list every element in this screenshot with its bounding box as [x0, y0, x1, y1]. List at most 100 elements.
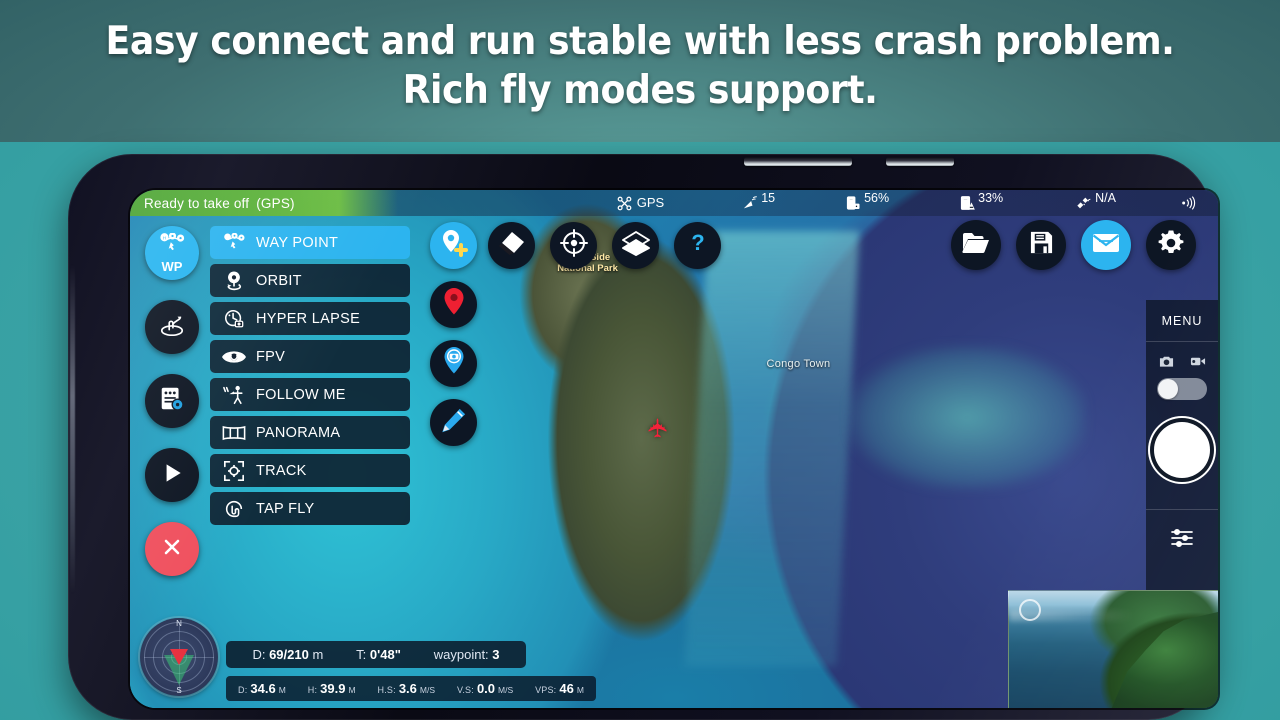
power-button[interactable]	[886, 157, 954, 166]
battery-rc-icon	[959, 195, 976, 215]
fly-mode-orbit[interactable]: ORBIT	[210, 264, 410, 297]
fpv-coastline	[1111, 612, 1218, 708]
telemetry-time-value: 0'48"	[369, 647, 401, 662]
status-indicators: GPS 15 56% 33% N/A	[616, 190, 1218, 216]
edit-route-button[interactable]	[430, 399, 477, 446]
telemetry-distance-label: D:	[252, 647, 266, 662]
capture-mode-icons	[1159, 355, 1206, 371]
phone-screen: West Side National Park Congo Town ✈ Rea…	[130, 190, 1218, 708]
status-satellites[interactable]: 15	[742, 191, 775, 215]
radar-north-label: N	[176, 619, 182, 628]
add-waypoint-button[interactable]	[430, 222, 477, 269]
status-ready-badge: Ready to take off (GPS)	[130, 190, 398, 216]
telemetry-distance: D: 69/210 m	[252, 647, 323, 662]
sidebar-item-gesture[interactable]	[145, 300, 199, 354]
status-ready-text: Ready to take off	[144, 195, 250, 211]
menu-panel-title[interactable]: MENU	[1162, 314, 1203, 328]
shutter-button[interactable]	[1154, 422, 1210, 478]
fly-mode-way-point[interactable]: WAY POINT	[210, 226, 410, 259]
video-icon[interactable]	[1190, 355, 1206, 371]
telemetry-sub-distance-key: D:	[238, 685, 248, 695]
telemetry-sub-vps-key: VPS:	[535, 685, 557, 695]
left-mode-rail: H WP	[144, 226, 200, 576]
telemetry-sub-hspeed-unit: M/S	[419, 685, 436, 695]
toggle-knob	[1158, 379, 1178, 399]
map-tool-row: ?	[488, 222, 721, 269]
help-button[interactable]: ?	[674, 222, 721, 269]
center-map-button[interactable]	[550, 222, 597, 269]
home-point-button[interactable]	[430, 281, 477, 328]
photo-video-toggle[interactable]	[1157, 378, 1207, 400]
fly-mode-tap-fly[interactable]: TAP FLY	[210, 492, 410, 525]
telemetry-time-label: T:	[356, 647, 367, 662]
status-satellites-value: 15	[761, 191, 776, 205]
status-rc-battery-value: 33%	[978, 191, 1004, 205]
telemetry-sub-height-key: H:	[307, 685, 318, 695]
status-rc-battery[interactable]: 33%	[959, 191, 1003, 215]
gesture-icon	[158, 312, 186, 343]
map-tool-column	[430, 222, 477, 446]
pin-plus-icon	[439, 228, 469, 263]
fly-mode-follow-me[interactable]: FOLLOW ME	[210, 378, 410, 411]
settings-button[interactable]	[1146, 220, 1196, 270]
telemetry-sub-height-value: 39.9	[320, 681, 346, 696]
fly-mode-track-label: TRACK	[256, 462, 307, 479]
tap-fly-icon	[222, 498, 246, 520]
sidebar-item-way-point-label: WP	[161, 259, 183, 274]
status-rc-signal[interactable]	[1178, 191, 1202, 215]
pin-red-icon	[441, 287, 467, 322]
pencil-icon	[440, 407, 467, 439]
sliders-icon	[1170, 528, 1194, 553]
telemetry-sub-hspeed-key: H.S:	[377, 685, 396, 695]
fly-mode-panorama[interactable]: PANORAMA	[210, 416, 410, 449]
save-mission-button[interactable]	[1016, 220, 1066, 270]
map-reef-band	[684, 231, 860, 667]
follow-me-icon	[222, 384, 246, 406]
list-gear-icon	[158, 385, 186, 418]
fly-mode-hyper-lapse[interactable]: HYPER LAPSE	[210, 302, 410, 335]
promo-headline: Easy connect and run stable with less cr…	[0, 18, 1280, 116]
photo-point-button[interactable]	[430, 340, 477, 387]
sidebar-item-way-point[interactable]: H WP	[145, 226, 199, 280]
telemetry-sub-vspeed-value: 0.0	[476, 681, 496, 696]
camera-icon[interactable]	[1159, 355, 1174, 371]
headline-line-2: Rich fly modes support.	[402, 68, 878, 113]
sidebar-item-close[interactable]	[145, 522, 199, 576]
play-icon	[159, 460, 185, 491]
telemetry-sub-distance-value: 34.6	[250, 681, 276, 696]
save-icon	[1029, 230, 1054, 260]
status-bar: Ready to take off (GPS) GPS 15 56% 33% N…	[130, 190, 1218, 216]
volume-button[interactable]	[744, 157, 852, 166]
phone-device: West Side National Park Congo Town ✈ Rea…	[60, 142, 1220, 720]
open-mission-button[interactable]	[951, 220, 1001, 270]
fly-mode-track[interactable]: TRACK	[210, 454, 410, 487]
status-gps-signal[interactable]: N/A	[1075, 191, 1116, 215]
flight-telemetry-bar: D: 34.6 M H: 39.9 M H.S: 3.6 M/S V.S: 0.…	[226, 676, 596, 701]
sidebar-item-play-mission[interactable]	[145, 448, 199, 502]
telemetry-sub-distance-unit: M	[278, 685, 286, 695]
telemetry-distance-value: 69/210	[269, 647, 309, 662]
status-gps-signal-value: N/A	[1095, 191, 1116, 205]
waypoint-icon	[222, 232, 246, 253]
battery-drone-icon	[845, 195, 862, 215]
fly-mode-orbit-label: ORBIT	[256, 272, 302, 289]
telemetry-waypoint-label: waypoint:	[433, 647, 489, 662]
status-drone-battery[interactable]: 56%	[845, 191, 889, 215]
phone-rim-left	[70, 264, 75, 594]
telemetry-time: T: 0'48"	[356, 647, 401, 662]
camera-settings-button[interactable]	[1170, 527, 1194, 554]
eraser-button[interactable]	[488, 222, 535, 269]
track-icon	[222, 460, 246, 482]
top-right-actions	[951, 220, 1196, 270]
fly-mode-fpv[interactable]: FPV	[210, 340, 410, 373]
mail-mission-button[interactable]	[1081, 220, 1131, 270]
sidebar-item-mission-settings[interactable]	[145, 374, 199, 428]
eraser-icon	[498, 230, 526, 261]
map-layers-button[interactable]	[612, 222, 659, 269]
layers-icon	[621, 230, 651, 261]
satellite-icon	[1075, 195, 1093, 215]
radar-compass-widget[interactable]: N S	[140, 618, 218, 696]
status-gps-mode[interactable]: GPS	[616, 192, 664, 215]
fpv-preview-thumbnail[interactable]	[1008, 590, 1218, 708]
phone-body: West Side National Park Congo Town ✈ Rea…	[68, 154, 1218, 720]
